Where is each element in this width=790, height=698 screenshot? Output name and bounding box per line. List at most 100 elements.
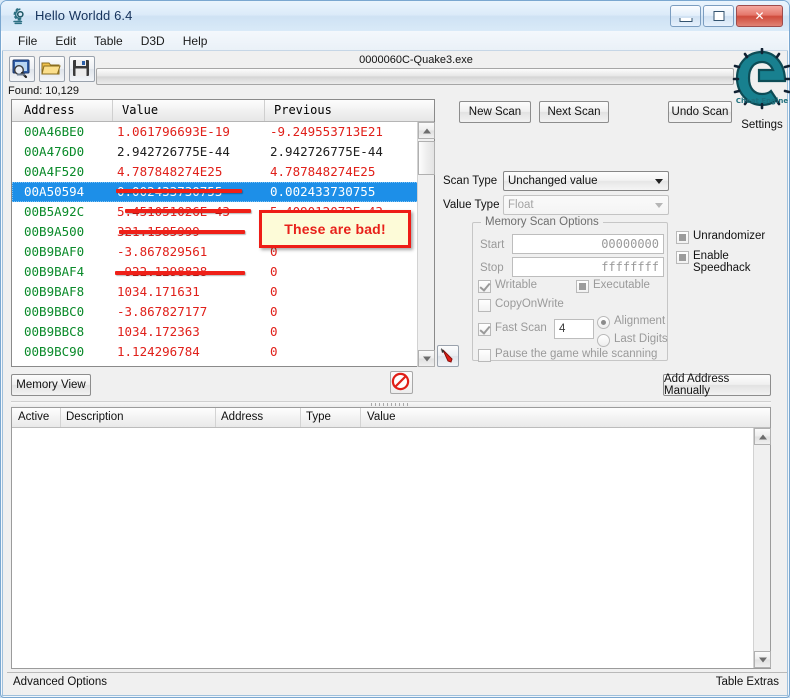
menu-item-edit[interactable]: Edit — [46, 32, 85, 50]
fast-scan-checkbox[interactable] — [478, 323, 491, 336]
process-select-button[interactable] — [9, 56, 35, 82]
scan-results-header: Address Value Previous — [12, 100, 434, 122]
menu-item-d3d[interactable]: D3D — [132, 32, 174, 50]
value-type-select[interactable]: Float — [503, 195, 669, 215]
results-scrollbar[interactable] — [417, 122, 434, 367]
fast-scan-alignment-input[interactable]: 4 — [554, 319, 594, 339]
minimize-button[interactable] — [670, 5, 701, 27]
address-table[interactable]: Active Description Address Type Value — [11, 407, 771, 669]
result-previous: -9.249553713E21 — [270, 124, 383, 139]
table-column-value[interactable]: Value — [367, 411, 396, 423]
table-extras-label[interactable]: Table Extras — [716, 676, 779, 688]
executable-checkbox[interactable] — [576, 280, 589, 293]
last-digits-label: Last Digits — [614, 333, 668, 345]
scan-type-label: Scan Type — [443, 175, 497, 187]
scroll-up-button[interactable] — [754, 428, 771, 445]
result-value: -3.867827177 — [117, 304, 207, 319]
result-address: 00A46BE0 — [24, 124, 84, 139]
result-value: 4.787848274E25 — [117, 164, 222, 179]
scroll-down-button[interactable] — [418, 350, 435, 367]
copyonwrite-checkbox[interactable] — [478, 299, 491, 312]
result-row[interactable]: 00B9BAF81034.1716310 — [12, 282, 419, 302]
result-value: 1034.172363 — [117, 324, 200, 339]
open-table-button[interactable] — [39, 56, 65, 82]
pause-game-checkbox[interactable] — [478, 349, 491, 362]
stop-scan-button[interactable] — [390, 371, 413, 394]
scroll-up-button[interactable] — [418, 122, 435, 139]
menu-item-help[interactable]: Help — [174, 32, 217, 50]
result-previous: 0 — [270, 324, 278, 339]
add-address-manually-button[interactable]: Add Address Manually — [663, 374, 771, 396]
result-row[interactable]: 00A476D02.942726775E-442.942726775E-44 — [12, 142, 419, 162]
save-disk-icon — [70, 57, 92, 79]
unrandomizer-checkbox[interactable] — [676, 231, 689, 244]
cheat-engine-logo[interactable]: Cheat Engine — [732, 48, 790, 110]
start-address-input[interactable]: 00000000 — [512, 234, 664, 254]
header-divider — [300, 408, 301, 427]
advanced-options-label[interactable]: Advanced Options — [13, 676, 107, 688]
stop-label: Stop — [480, 262, 504, 274]
result-row[interactable]: 00B9BBC81034.1723630 — [12, 322, 419, 342]
new-scan-button[interactable]: New Scan — [459, 101, 531, 123]
result-value: 1.124296784 — [117, 344, 200, 359]
result-row[interactable]: 00B9BC901.1242967840 — [12, 342, 419, 362]
writable-label: Writable — [495, 279, 537, 291]
result-address: 00A476D0 — [24, 144, 84, 159]
status-bar: Advanced Options Table Extras — [7, 672, 787, 691]
menu-item-table[interactable]: Table — [85, 32, 132, 50]
result-value: 1034.171631 — [117, 284, 200, 299]
cheat-engine-window: Hello Worldd 6.4 ✕ File Edit Table D3D H… — [0, 0, 790, 698]
stop-address-input[interactable]: ffffffff — [512, 257, 664, 277]
save-table-button[interactable] — [69, 56, 95, 82]
result-previous: 0 — [270, 264, 278, 279]
settings-label[interactable]: Settings — [729, 119, 790, 131]
memory-view-button[interactable]: Memory View — [11, 374, 91, 396]
minimize-icon — [679, 18, 692, 22]
annotation-underline-3 — [119, 230, 245, 234]
address-table-scrollbar[interactable] — [753, 428, 770, 668]
value-type-value: Float — [508, 199, 534, 211]
svg-text:Cheat Engine: Cheat Engine — [736, 97, 789, 105]
table-column-address[interactable]: Address — [221, 411, 263, 423]
pointer-scan-button[interactable] — [437, 345, 459, 367]
scrollbar-thumb[interactable] — [418, 141, 435, 175]
result-row[interactable]: 00A46BE0 1.061796693E-19 -9.249553713E21 — [12, 122, 419, 142]
table-column-description[interactable]: Description — [66, 411, 124, 423]
maximize-button[interactable] — [703, 5, 734, 27]
alignment-radio[interactable] — [597, 316, 610, 329]
result-row[interactable]: 00A4F5204.787848274E254.787848274E25 — [12, 162, 419, 182]
annotation-text: These are bad! — [284, 221, 386, 237]
cheat-engine-icon — [12, 8, 29, 25]
result-address: 00B9BAF0 — [24, 244, 84, 259]
menu-bar: File Edit Table D3D Help — [2, 31, 788, 51]
last-digits-radio[interactable] — [597, 334, 610, 347]
result-row[interactable]: 00B9BBC0-3.8678271770 — [12, 302, 419, 322]
speedhack-label: Enable Speedhack — [693, 250, 787, 274]
undo-scan-button[interactable]: Undo Scan — [668, 101, 732, 123]
close-button[interactable]: ✕ — [736, 5, 783, 27]
menu-item-file[interactable]: File — [9, 32, 46, 50]
open-folder-icon — [40, 57, 62, 79]
chevron-down-icon[interactable] — [651, 197, 667, 213]
scroll-down-button[interactable] — [754, 651, 771, 668]
next-scan-button[interactable]: Next Scan — [539, 101, 609, 123]
writable-checkbox[interactable] — [478, 280, 491, 293]
chevron-down-icon[interactable] — [651, 173, 667, 189]
results-column-value[interactable]: Value — [122, 103, 158, 117]
results-column-previous[interactable]: Previous — [274, 103, 332, 117]
result-address: 00A50594 — [24, 184, 84, 199]
table-column-type[interactable]: Type — [306, 411, 331, 423]
speedhack-checkbox[interactable] — [676, 251, 689, 264]
header-divider — [215, 408, 216, 427]
scan-type-select[interactable]: Unchanged value — [503, 171, 669, 191]
window-title: Hello Worldd 6.4 — [35, 8, 132, 23]
process-select-icon — [10, 57, 32, 79]
memory-scan-options-title: Memory Scan Options — [481, 216, 603, 228]
result-value: 1.061796693E-19 — [117, 124, 230, 139]
unrandomizer-label: Unrandomizer — [693, 230, 765, 242]
value-type-label: Value Type — [443, 199, 499, 211]
result-previous: 0 — [270, 344, 278, 359]
close-icon: ✕ — [754, 10, 764, 22]
results-column-address[interactable]: Address — [24, 103, 75, 117]
table-column-active[interactable]: Active — [18, 411, 49, 423]
